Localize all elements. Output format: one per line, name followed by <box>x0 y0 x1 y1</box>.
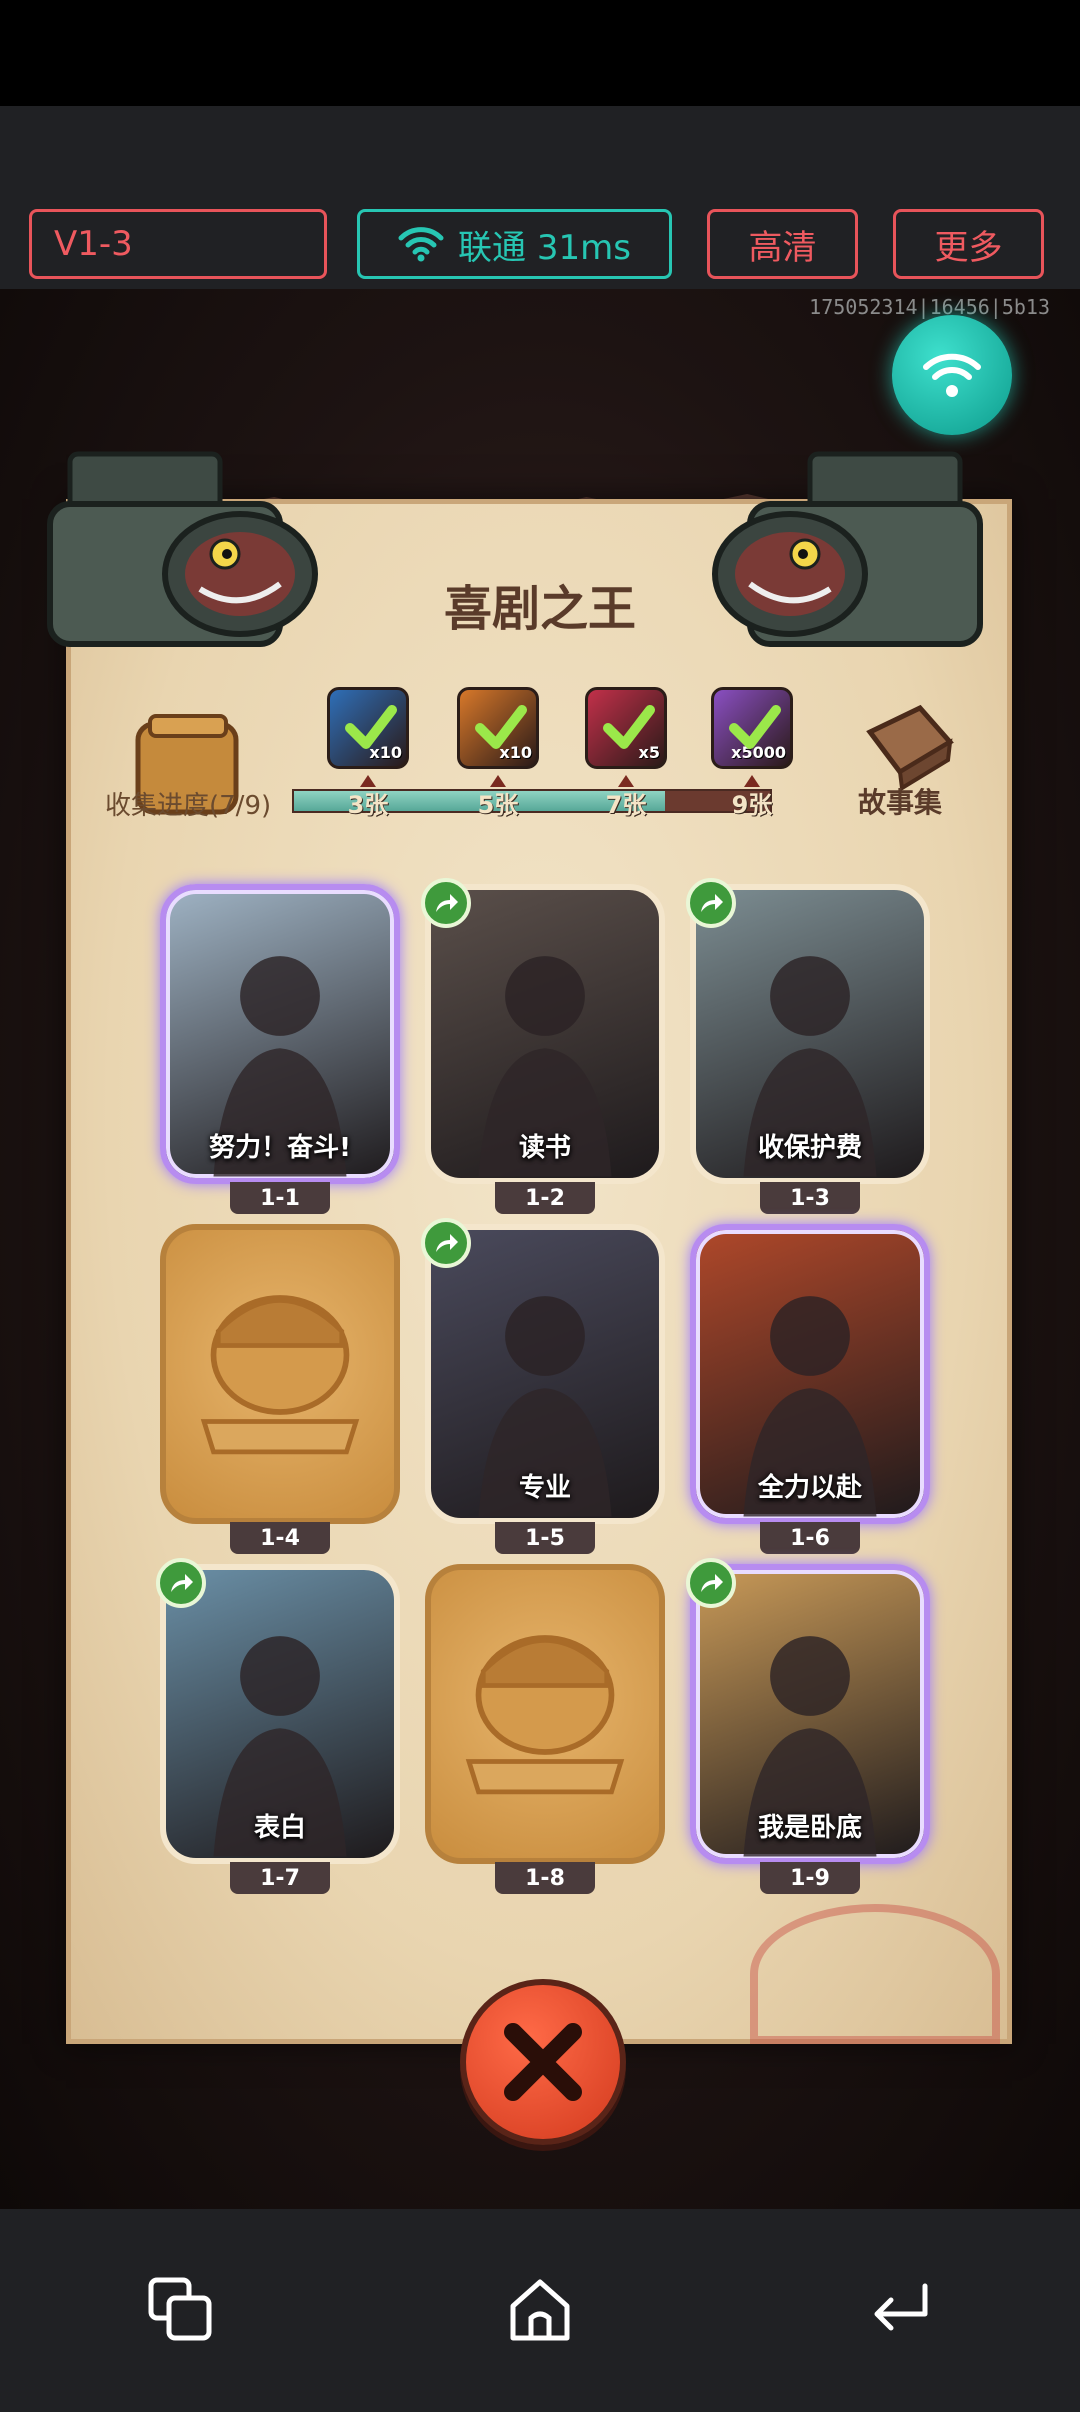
level-card-1-8[interactable]: 1-8 <box>425 1564 665 1894</box>
recent-apps-button[interactable] <box>135 2264 225 2354</box>
back-icon <box>874 2283 928 2331</box>
collection-progress-label: 收集进度(7/9) <box>105 791 272 821</box>
card-caption: 我是卧底 <box>757 1813 862 1843</box>
session-id: 175052314|16456|5b13 <box>809 295 1050 319</box>
level-number: 1-6 <box>760 1522 860 1554</box>
network-float-button[interactable] <box>892 315 1012 435</box>
milestone-reward-3[interactable]: x5 <box>585 687 667 769</box>
card-caption: 表白 <box>253 1813 306 1843</box>
story-collection-label[interactable]: 故事集 <box>858 781 942 821</box>
milestone-label: 3张 <box>347 791 389 819</box>
wifi-icon <box>398 227 444 262</box>
share-button[interactable] <box>421 1218 471 1268</box>
share-button[interactable] <box>421 878 471 928</box>
card-art-frame: 收保护费 <box>690 884 930 1184</box>
level-number: 1-3 <box>760 1182 860 1214</box>
close-icon <box>504 2023 582 2101</box>
version-label: V1-3 <box>54 224 133 264</box>
level-number: 1-2 <box>495 1182 595 1214</box>
level-card-1-2[interactable]: 读书 1-2 <box>421 878 665 1214</box>
reward-check-icon <box>475 705 527 749</box>
level-number: 1-7 <box>230 1862 330 1894</box>
card-art-frame: 读书 <box>425 884 665 1184</box>
quality-label: 高清 <box>748 227 817 268</box>
level-card-1-7[interactable]: 表白 1-7 <box>156 1558 400 1894</box>
milestone-label: 7张 <box>605 791 647 819</box>
card-art-frame: 专业 <box>425 1224 665 1524</box>
card-art-frame: 全力以赴 <box>690 1224 930 1524</box>
share-button[interactable] <box>156 1558 206 1608</box>
level-card-1-5[interactable]: 专业 1-5 <box>421 1218 665 1554</box>
locked-card-icon <box>465 1635 625 1795</box>
recent-apps-icon <box>148 2277 212 2341</box>
level-number: 1-8 <box>495 1862 595 1894</box>
card-caption: 努力！奋斗! <box>209 1133 351 1163</box>
share-arrow-icon <box>436 894 458 912</box>
milestone-reward-2[interactable]: x10 <box>457 687 539 769</box>
milestone-label: 5张 <box>477 791 519 819</box>
level-number: 1-5 <box>495 1522 595 1554</box>
level-number: 1-9 <box>760 1862 860 1894</box>
level-card-1-1[interactable]: 努力！奋斗! 1-1 <box>160 884 400 1214</box>
camera-fish-right-icon <box>712 451 983 647</box>
locked-card <box>160 1224 400 1524</box>
card-art-frame: 表白 <box>160 1564 400 1864</box>
locked-card-icon <box>200 1295 360 1455</box>
share-button[interactable] <box>686 878 736 928</box>
card-art-frame: 努力！奋斗! <box>160 884 400 1184</box>
system-navbar <box>0 2209 1080 2412</box>
back-button[interactable] <box>855 2264 945 2354</box>
quality-button[interactable]: 高清 <box>707 209 858 279</box>
card-art-frame: 我是卧底 <box>690 1564 930 1864</box>
share-arrow-icon <box>701 894 723 912</box>
level-card-1-9[interactable]: 我是卧底 1-9 <box>686 1558 930 1894</box>
level-card-1-6[interactable]: 全力以赴 1-6 <box>690 1224 930 1554</box>
more-button[interactable]: 更多 <box>893 209 1044 279</box>
close-button[interactable] <box>460 1979 626 2145</box>
reward-check-icon <box>345 705 397 749</box>
level-card-1-4[interactable]: 1-4 <box>160 1224 400 1554</box>
story-book-icon[interactable] <box>860 702 956 792</box>
share-arrow-icon <box>701 1574 723 1592</box>
card-caption: 读书 <box>518 1133 571 1163</box>
wax-seal-stamp <box>750 1904 1000 2044</box>
milestone-reward-4[interactable]: x5000 <box>711 687 793 769</box>
reward-check-icon <box>603 705 655 749</box>
game-viewport: 175052314|16456|5b13 喜剧之王 收集进度(7/9) x10 … <box>0 289 1080 2209</box>
share-button[interactable] <box>686 1558 736 1608</box>
level-number: 1-4 <box>230 1522 330 1554</box>
milestone-reward-1[interactable]: x10 <box>327 687 409 769</box>
reward-check-icon <box>729 705 781 749</box>
more-label: 更多 <box>934 227 1003 268</box>
level-number: 1-1 <box>230 1182 330 1214</box>
network-label: 联通 31ms <box>458 227 631 268</box>
level-card-1-3[interactable]: 收保护费 1-3 <box>686 878 930 1214</box>
card-caption: 全力以赴 <box>757 1473 862 1503</box>
page-title: 喜剧之王 <box>443 581 636 637</box>
card-caption: 专业 <box>518 1473 571 1503</box>
camera-fish-left-icon <box>47 451 318 647</box>
milestone-label: 9张 <box>731 791 773 819</box>
wifi-icon <box>923 353 981 397</box>
status-bar <box>0 0 1080 106</box>
share-arrow-icon <box>171 1574 193 1592</box>
locked-card <box>425 1564 665 1864</box>
home-button[interactable] <box>495 2264 585 2354</box>
remote-toolbar: V1-3 联通 31ms 高清 更多 <box>0 106 1080 289</box>
share-arrow-icon <box>436 1234 458 1252</box>
network-status-button[interactable]: 联通 31ms <box>357 209 672 279</box>
card-caption: 收保护费 <box>757 1133 862 1163</box>
version-button[interactable]: V1-3 <box>29 209 327 279</box>
home-icon <box>510 2279 570 2341</box>
